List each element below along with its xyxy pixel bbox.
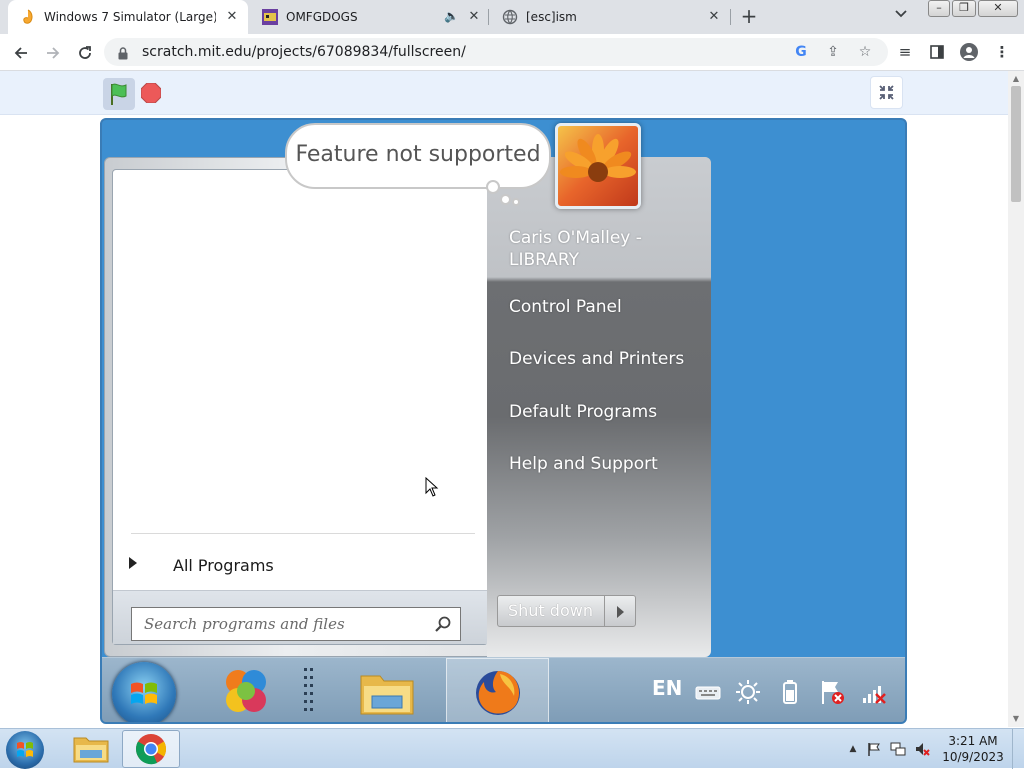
file-explorer-taskbar-icon[interactable] (62, 730, 120, 768)
control-panel-item[interactable]: Control Panel (509, 297, 622, 317)
user-picture-flower[interactable] (555, 123, 641, 209)
profile-avatar-icon[interactable] (959, 42, 979, 62)
shut-down-button[interactable]: Shut down (497, 595, 605, 627)
stop-sign-icon (140, 82, 162, 104)
action-center-flag-icon[interactable] (818, 678, 846, 706)
reading-list-icon[interactable]: ≡ (895, 42, 915, 62)
tab-title: OMFGDOGS (286, 10, 358, 24)
windows-start-orb-icon[interactable] (112, 662, 176, 722)
tab-close-icon[interactable]: ✕ (466, 9, 482, 25)
minimize-button[interactable]: – (928, 0, 950, 17)
sim-taskbar: EN (102, 657, 905, 722)
green-flag-icon (111, 83, 127, 105)
mouse-pointer-icon (425, 476, 439, 497)
media-center-icon[interactable] (218, 664, 274, 720)
search-programs-input[interactable] (144, 613, 424, 635)
scratch-stage[interactable]: All Programs Caris O'Malley - LIBRARY Co… (100, 118, 907, 724)
shut-down-options-arrow[interactable] (604, 595, 636, 627)
start-menu-right-pane: Caris O'Malley - LIBRARY Control Panel D… (487, 157, 711, 657)
search-box[interactable] (131, 607, 461, 641)
tab-separator (488, 9, 489, 25)
stop-button[interactable] (140, 82, 162, 104)
globe-icon (502, 9, 518, 25)
reload-button[interactable] (72, 40, 98, 66)
volume-muted-icon[interactable] (914, 741, 930, 757)
tab-escism[interactable]: [esc]ism ✕ (490, 0, 730, 34)
exit-fullscreen-icon (879, 85, 894, 100)
all-programs-label: All Programs (173, 556, 274, 575)
tab-title: Windows 7 Simulator (Large) on (44, 10, 216, 24)
windows-explorer-icon[interactable] (358, 664, 416, 720)
clock-date: 10/9/2023 (942, 750, 1004, 764)
show-desktop-button[interactable] (1012, 729, 1024, 769)
bookmark-star-icon[interactable]: ☆ (856, 43, 874, 61)
keyboard-icon[interactable] (694, 678, 722, 706)
tab-title: [esc]ism (526, 10, 577, 24)
restore-button[interactable]: ❐ (952, 0, 976, 17)
side-panel-icon[interactable] (927, 42, 947, 62)
taskbar-grip-icon (300, 664, 320, 720)
browser-tab-strip: Windows 7 Simulator (Large) on ✕ OMFGDOG… (0, 0, 1024, 34)
user-name-label[interactable]: Caris O'Malley - LIBRARY (509, 227, 699, 271)
bubble-tail (500, 194, 511, 205)
language-indicator[interactable]: EN (652, 676, 682, 700)
battery-icon[interactable] (776, 678, 804, 706)
windows-taskbar: ▲ 3:21 AM 10/9/2023 (0, 728, 1024, 769)
default-programs-item[interactable]: Default Programs (509, 402, 657, 422)
tab-close-icon[interactable]: ✕ (224, 9, 240, 25)
tab-separator (730, 9, 731, 25)
network-signal-icon[interactable] (860, 678, 888, 706)
omfgdogs-icon (262, 9, 278, 25)
new-tab-button[interactable]: + (737, 5, 761, 29)
scroll-up-arrow[interactable]: ▲ (1008, 72, 1024, 86)
all-programs-button[interactable]: All Programs (113, 544, 487, 580)
scroll-down-arrow[interactable]: ▼ (1008, 712, 1024, 726)
triangle-right-icon (129, 557, 137, 569)
magnifier-icon[interactable] (434, 615, 452, 633)
action-center-flag-icon[interactable] (866, 741, 882, 757)
speaker-icon[interactable]: 🔈 (444, 9, 459, 23)
divider (131, 533, 475, 534)
devices-and-printers-item[interactable]: Devices and Printers (509, 349, 684, 369)
scratch-controls-bar (0, 71, 1008, 115)
address-bar[interactable]: scratch.mit.edu/projects/67089834/fullsc… (104, 38, 888, 66)
browser-toolbar: scratch.mit.edu/projects/67089834/fullsc… (0, 34, 1024, 71)
tab-search-chevron-icon[interactable] (894, 8, 914, 26)
forward-button[interactable] (40, 40, 66, 66)
green-flag-button[interactable] (103, 78, 135, 110)
share-icon[interactable]: ⇪ (824, 43, 842, 61)
tab-windows-7-simulator[interactable]: Windows 7 Simulator (Large) on ✕ (8, 0, 248, 34)
tab-close-icon[interactable]: ✕ (706, 9, 722, 25)
taskbar-clock[interactable]: 3:21 AM 10/9/2023 (940, 733, 1006, 765)
search-area (113, 590, 487, 644)
bubble-tail (486, 180, 500, 194)
lock-icon[interactable] (118, 45, 128, 60)
show-hidden-icons-arrow[interactable]: ▲ (845, 741, 861, 757)
menu-kebab-icon[interactable]: ⋮ (992, 42, 1012, 62)
url-text: scratch.mit.edu/projects/67089834/fullsc… (142, 44, 466, 60)
start-orb-icon[interactable] (6, 731, 44, 769)
close-window-button[interactable]: ✕ (978, 0, 1018, 17)
speech-bubble: Feature not supported (285, 123, 551, 189)
chrome-taskbar-icon[interactable] (122, 730, 180, 768)
start-menu: All Programs Caris O'Malley - LIBRARY Co… (104, 157, 711, 657)
clock-time: 3:21 AM (948, 734, 998, 748)
brightness-icon[interactable] (734, 678, 762, 706)
start-menu-programs-pane: All Programs (112, 169, 488, 645)
google-lens-icon[interactable]: G (792, 43, 810, 61)
firefox-icon[interactable] (470, 664, 526, 720)
network-icon[interactable] (890, 741, 906, 757)
tab-omfgdogs[interactable]: OMFGDOGS 🔈 ✕ (250, 0, 490, 34)
scroll-thumb[interactable] (1011, 86, 1021, 202)
back-button[interactable] (8, 40, 34, 66)
help-and-support-item[interactable]: Help and Support (509, 454, 658, 474)
scratch-icon (20, 9, 36, 25)
exit-fullscreen-button[interactable] (870, 76, 903, 109)
bubble-tail (512, 198, 520, 206)
